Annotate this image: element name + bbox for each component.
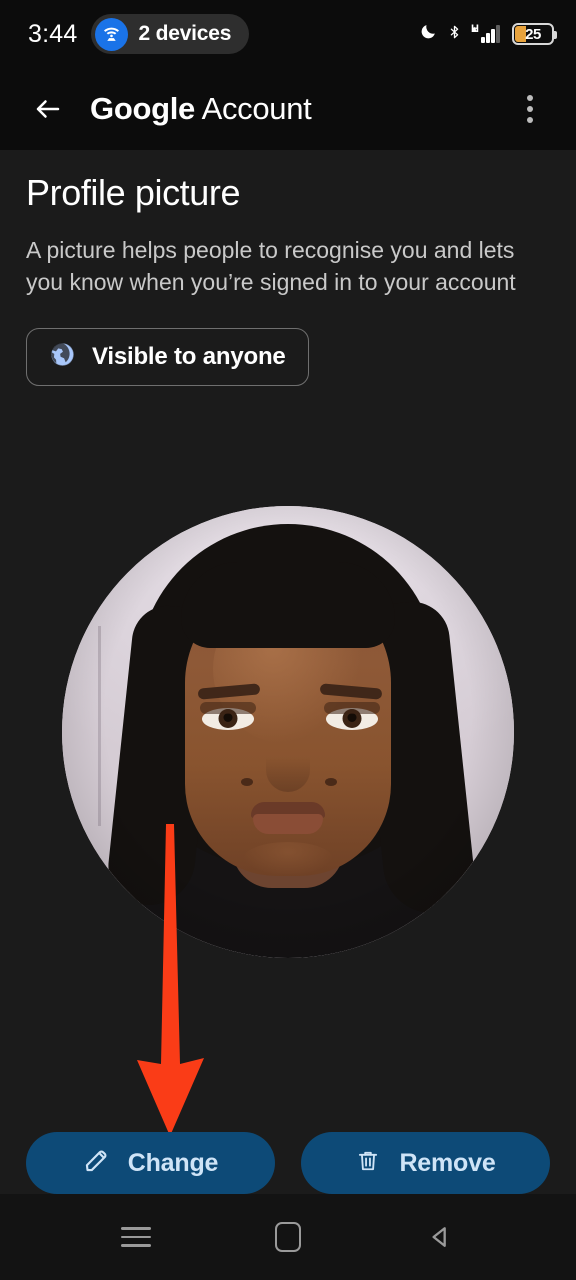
trash-icon (355, 1148, 381, 1179)
do-not-disturb-moon-icon (419, 22, 438, 46)
overflow-menu-icon[interactable] (508, 87, 552, 131)
home-icon[interactable] (253, 1207, 323, 1267)
globe-icon (49, 341, 76, 373)
app-bar: Google Account (0, 68, 576, 150)
recents-icon[interactable] (101, 1207, 171, 1267)
status-bar-right: ▲ H 25 (419, 21, 557, 48)
status-bar: 3:44 2 devices ▲ H 25 (0, 0, 576, 68)
overflow-dot-2 (527, 106, 533, 112)
change-button[interactable]: Change (26, 1132, 275, 1194)
visibility-chip-label: Visible to anyone (92, 343, 286, 370)
visibility-chip[interactable]: Visible to anyone (26, 328, 309, 386)
action-button-bar: Change Remove (0, 1132, 576, 1194)
page-title: Profile picture (26, 172, 241, 213)
cast-devices-label: 2 devices (138, 22, 232, 45)
status-bar-left: 3:44 2 devices (28, 14, 250, 54)
mobile-signal-icon: ▲ H (470, 23, 500, 43)
remove-button[interactable]: Remove (301, 1132, 550, 1194)
battery-indicator: 25 (512, 23, 557, 45)
change-button-label: Change (127, 1148, 219, 1177)
system-navigation-bar (0, 1194, 576, 1280)
recents-line-1 (121, 1227, 151, 1230)
back-arrow-icon[interactable] (26, 87, 70, 131)
avatar-circle (62, 506, 514, 958)
signal-bar-3 (491, 29, 495, 43)
overflow-dot-1 (527, 95, 533, 101)
battery-level-label: 25 (525, 25, 541, 43)
cast-devices-icon (95, 17, 129, 51)
app-title-rest: Account (194, 91, 312, 126)
pencil-icon (83, 1147, 110, 1179)
status-clock: 3:44 (28, 19, 78, 48)
app-title-brand: Google (90, 91, 195, 126)
main-content: Profile picture A picture helps people t… (0, 150, 576, 386)
back-nav-icon[interactable] (405, 1207, 475, 1267)
remove-button-label: Remove (399, 1148, 496, 1177)
recents-line-3 (121, 1244, 151, 1247)
signal-bar-4 (496, 25, 500, 43)
recents-icon-glyph (121, 1227, 151, 1247)
signal-bar-2 (486, 33, 490, 43)
avatar-photo-vignette (62, 506, 514, 958)
bluetooth-icon (447, 21, 462, 48)
page-description: A picture helps people to recognise you … (26, 237, 516, 295)
overflow-dot-3 (527, 117, 533, 123)
page-title-appbar: Google Account (90, 91, 312, 127)
network-type-label: H (471, 23, 479, 35)
recents-line-2 (121, 1235, 151, 1239)
profile-picture-avatar[interactable] (62, 506, 514, 958)
signal-bar-1 (481, 37, 485, 43)
cast-devices-chip[interactable]: 2 devices (91, 14, 250, 54)
home-icon-glyph (275, 1222, 301, 1252)
